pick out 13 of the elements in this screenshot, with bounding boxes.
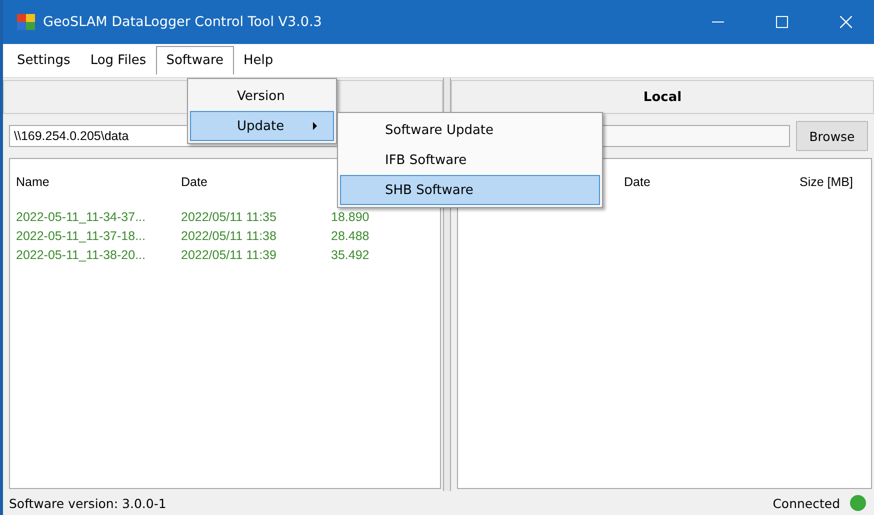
- table-cell-text: 35.492: [331, 248, 370, 262]
- table-cell-text: 2022/05/11 11:39: [181, 248, 278, 262]
- table-cell-text: 2022-05-11_11-38-20...: [16, 248, 146, 262]
- table-cell-text: 2022/05/11 11:38: [181, 228, 278, 242]
- table-cell-text: 2022-05-11_11-37-18...: [16, 228, 146, 242]
- table-cell-text: 28.488: [331, 228, 370, 242]
- status-text: Software version: 3.0.0-1: [9, 496, 166, 510]
- table-cell-text: 18.890: [331, 210, 370, 224]
- table-cell-text: 2022/05/11 11:35: [181, 210, 278, 224]
- panel-title: Local: [643, 90, 682, 104]
- connection-status: Connected: [772, 496, 840, 510]
- table-cell-text: 2022-05-11_11-34-37...: [16, 210, 146, 224]
- window-title: GeoSLAM DataLogger Control Tool V3.0.3: [43, 14, 322, 30]
